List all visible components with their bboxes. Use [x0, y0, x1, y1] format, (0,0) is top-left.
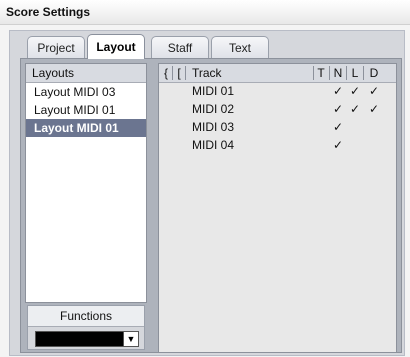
tab-project[interactable]: Project [27, 36, 85, 58]
column-header-track[interactable]: Track [192, 64, 222, 82]
layouts-header: Layouts [26, 64, 146, 83]
column-divider [346, 66, 347, 80]
window-title: Score Settings [6, 5, 91, 19]
track-l-check[interactable]: ✓ [349, 82, 361, 100]
column-divider [363, 66, 364, 80]
track-d-check[interactable]: ✓ [367, 82, 381, 100]
track-t-check[interactable] [315, 82, 327, 100]
column-header-d[interactable]: D [367, 64, 381, 82]
column-divider [185, 66, 186, 80]
chevron-down-icon[interactable]: ▼ [123, 332, 138, 346]
layout-item-selected[interactable]: Layout MIDI 01 [26, 119, 146, 137]
tracks-header: { [ Track T N L D [159, 64, 396, 83]
track-n-check[interactable]: ✓ [332, 82, 344, 100]
functions-label: Functions [28, 306, 144, 327]
column-header-bracket[interactable]: [ [174, 64, 184, 82]
layouts-list: Layouts Layout MIDI 03 Layout MIDI 01 La… [25, 63, 147, 303]
functions-panel: Functions ▼ [27, 305, 145, 350]
tab-text[interactable]: Text [211, 36, 269, 58]
track-n-check[interactable]: ✓ [332, 136, 344, 154]
track-d-check[interactable] [367, 118, 381, 136]
track-name: MIDI 03 [192, 120, 235, 134]
track-name: MIDI 04 [192, 138, 235, 152]
column-header-l[interactable]: L [349, 64, 361, 82]
track-n-check[interactable]: ✓ [332, 118, 344, 136]
track-row[interactable]: MIDI 04 ✓ [159, 136, 396, 154]
layout-item[interactable]: Layout MIDI 01 [26, 101, 146, 119]
column-divider [329, 66, 330, 80]
track-row[interactable]: MIDI 01 ✓ ✓ ✓ [159, 82, 396, 100]
track-row[interactable]: MIDI 03 ✓ [159, 118, 396, 136]
column-divider [313, 66, 314, 80]
track-l-check[interactable]: ✓ [349, 100, 361, 118]
track-d-check[interactable]: ✓ [367, 100, 381, 118]
track-l-check[interactable] [349, 118, 361, 136]
column-header-n[interactable]: N [332, 64, 344, 82]
column-divider [172, 66, 173, 80]
column-header-t[interactable]: T [315, 64, 327, 82]
track-name: MIDI 01 [192, 84, 235, 98]
tab-layout[interactable]: Layout [87, 34, 145, 59]
track-n-check[interactable]: ✓ [332, 100, 344, 118]
track-name: MIDI 02 [192, 102, 235, 116]
track-t-check[interactable] [315, 136, 327, 154]
title-bar: Score Settings [0, 0, 410, 25]
layout-item[interactable]: Layout MIDI 03 [26, 83, 146, 101]
track-d-check[interactable] [367, 136, 381, 154]
functions-select[interactable]: ▼ [35, 331, 139, 347]
track-l-check[interactable] [349, 136, 361, 154]
track-row[interactable]: MIDI 02 ✓ ✓ ✓ [159, 100, 396, 118]
column-header-brace[interactable]: { [161, 64, 171, 82]
track-t-check[interactable] [315, 100, 327, 118]
track-t-check[interactable] [315, 118, 327, 136]
tracks-table: { [ Track T N L D MIDI 01 ✓ ✓ ✓ MIDI 02 … [158, 63, 397, 353]
tab-staff[interactable]: Staff [151, 36, 209, 58]
